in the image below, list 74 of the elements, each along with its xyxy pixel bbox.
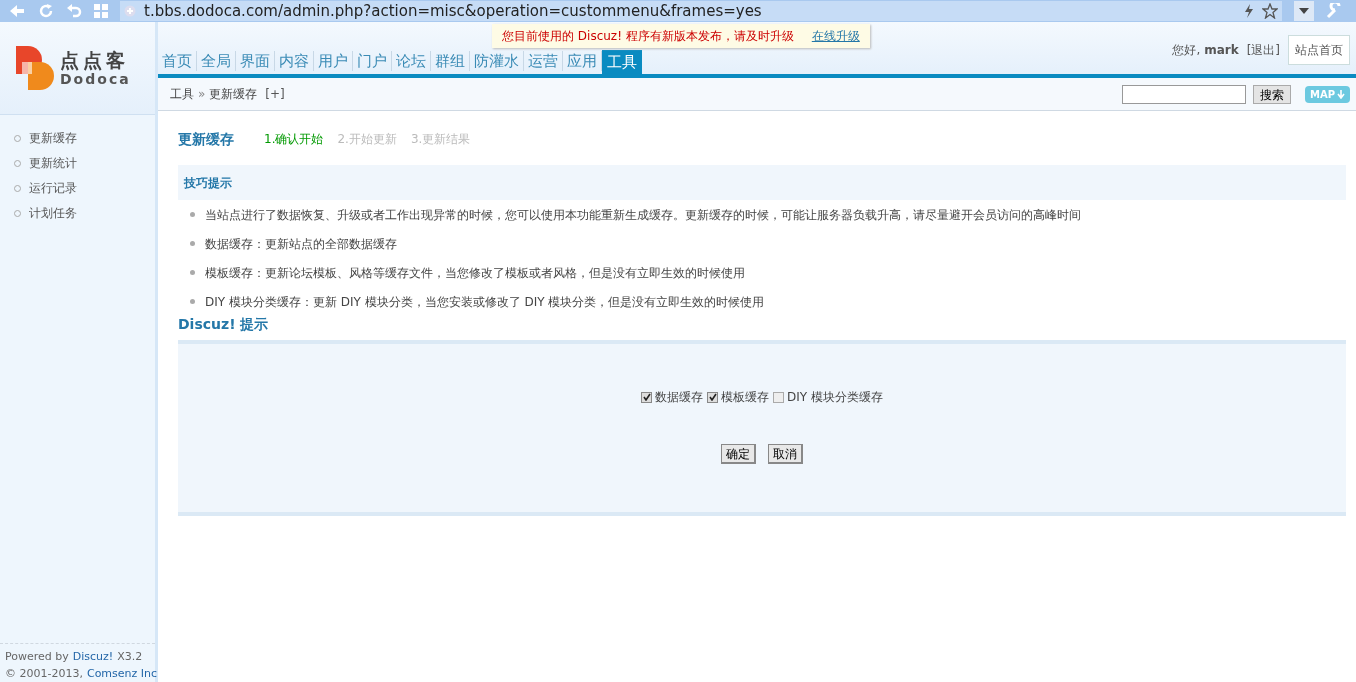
back-icon[interactable] bbox=[8, 3, 26, 19]
add-shortcut-link[interactable]: [+] bbox=[265, 85, 285, 103]
bullet-icon bbox=[190, 299, 195, 304]
step-label: 1.确认开始 bbox=[264, 131, 324, 148]
undo-icon[interactable] bbox=[66, 3, 82, 19]
greeting-text: 您好, mark bbox=[1172, 42, 1239, 59]
step-label: 2.开始更新 bbox=[337, 131, 397, 148]
footer-version: X3.2 bbox=[117, 649, 143, 665]
bullet-icon bbox=[190, 241, 195, 246]
nav-tab[interactable]: 首页 bbox=[158, 51, 197, 71]
checkbox[interactable] bbox=[641, 391, 653, 403]
check-icon bbox=[708, 393, 717, 401]
site-home-button[interactable]: 站点首页 bbox=[1288, 35, 1350, 65]
breadcrumb-current: 更新缓存 bbox=[209, 86, 258, 103]
logo-subtitle: Dodoca bbox=[60, 71, 131, 86]
notice-text: 您目前使用的 Discuz! 程序有新版本发布，请及时升级 bbox=[502, 28, 794, 45]
sidebar-item[interactable]: 更新缓存 bbox=[14, 129, 155, 147]
page-icon bbox=[124, 5, 136, 17]
tips-title: 技巧提示 bbox=[184, 174, 232, 192]
form-button[interactable]: 取消 bbox=[768, 444, 803, 464]
nav-tab[interactable]: 运营 bbox=[524, 51, 563, 71]
upgrade-link[interactable]: 在线升级 bbox=[811, 27, 860, 45]
nav-tab[interactable]: 群组 bbox=[431, 51, 470, 71]
dropdown-button[interactable] bbox=[1294, 1, 1314, 21]
url-text: t.bbs.dodoca.com/admin.php?action=misc&operation=custommenu&frames=yes bbox=[144, 0, 762, 22]
breadcrumb-separator: » bbox=[198, 86, 206, 103]
nav-tab[interactable]: 界面 bbox=[236, 51, 275, 71]
nav-tab[interactable]: 门户 bbox=[353, 51, 392, 71]
star-icon[interactable] bbox=[1262, 3, 1278, 19]
bolt-icon[interactable] bbox=[1244, 4, 1254, 18]
check-icon bbox=[642, 393, 651, 401]
section-title: Discuz! 提示 bbox=[178, 316, 270, 332]
tip-text: DIY 模块分类缓存：更新 DIY 模块分类，当您安装或修改了 DIY 模块分类，但是没有立即生效的时候使用 bbox=[205, 293, 765, 311]
logo-icon bbox=[14, 44, 56, 92]
cache-option[interactable]: 数据缓存 bbox=[641, 388, 704, 406]
footer-link[interactable]: Discuz! bbox=[72, 648, 114, 665]
footer-text: Powered by bbox=[5, 649, 69, 665]
copyright-text: © 2001-2013, bbox=[5, 666, 83, 682]
cache-option[interactable]: DIY 模块分类缓存 bbox=[773, 388, 883, 406]
down-arrow-icon bbox=[1337, 89, 1345, 99]
nav-tab[interactable]: 全局 bbox=[197, 51, 236, 71]
tip-text: 数据缓存：更新站点的全部数据缓存 bbox=[205, 235, 397, 253]
nav-tab[interactable]: 用户 bbox=[314, 51, 353, 71]
nav-tab[interactable]: 防灌水 bbox=[470, 51, 524, 71]
breadcrumb-link[interactable]: 工具 bbox=[170, 85, 194, 103]
sidebar-item[interactable]: 运行记录 bbox=[14, 179, 155, 197]
bullet-icon bbox=[14, 184, 21, 192]
logo-title: 点点客 bbox=[60, 50, 130, 70]
checkbox[interactable] bbox=[773, 391, 785, 403]
nav-tab[interactable]: 内容 bbox=[275, 51, 314, 71]
sidebar-item[interactable]: 更新统计 bbox=[14, 154, 155, 172]
nav-tab[interactable]: 工具 bbox=[602, 50, 642, 74]
step-label: 3.更新结果 bbox=[410, 131, 471, 148]
address-bar[interactable]: t.bbs.dodoca.com/admin.php?action=misc&operation=custommenu&frames=yes bbox=[120, 1, 1282, 21]
tip-text: 当站点进行了数据恢复、升级或者工作出现异常的时候，您可以使用本功能重新生成缓存。更新缓存的时候，可能让服务器负载升高，请尽量避开会员访问的高峰时间 bbox=[205, 206, 1081, 224]
cache-option[interactable]: 模板缓存 bbox=[707, 388, 770, 406]
search-button[interactable]: 搜索 bbox=[1252, 84, 1291, 104]
logout-link[interactable]: [退出] bbox=[1246, 41, 1280, 59]
company-link[interactable]: Comsenz Inc bbox=[86, 665, 158, 682]
bullet-icon bbox=[190, 270, 195, 275]
nav-tab[interactable]: 论坛 bbox=[392, 51, 431, 71]
bullet-icon bbox=[14, 209, 21, 217]
search-field[interactable] bbox=[1121, 84, 1246, 104]
form-button[interactable]: 确定 bbox=[721, 444, 756, 464]
page-title: 更新缓存 bbox=[178, 129, 234, 149]
bullet-icon bbox=[14, 159, 21, 167]
checkbox[interactable] bbox=[707, 391, 719, 403]
sidebar-item[interactable]: 计划任务 bbox=[14, 204, 155, 222]
bullet-icon bbox=[14, 134, 21, 142]
grid-icon[interactable] bbox=[94, 4, 108, 18]
caret-icon bbox=[1299, 8, 1309, 14]
bullet-icon bbox=[190, 212, 195, 217]
tip-text: 模板缓存：更新论坛模板、风格等缓存文件，当您修改了模板或者风格，但是没有立即生效的时候使用 bbox=[205, 264, 745, 282]
reload-icon[interactable] bbox=[38, 3, 54, 19]
